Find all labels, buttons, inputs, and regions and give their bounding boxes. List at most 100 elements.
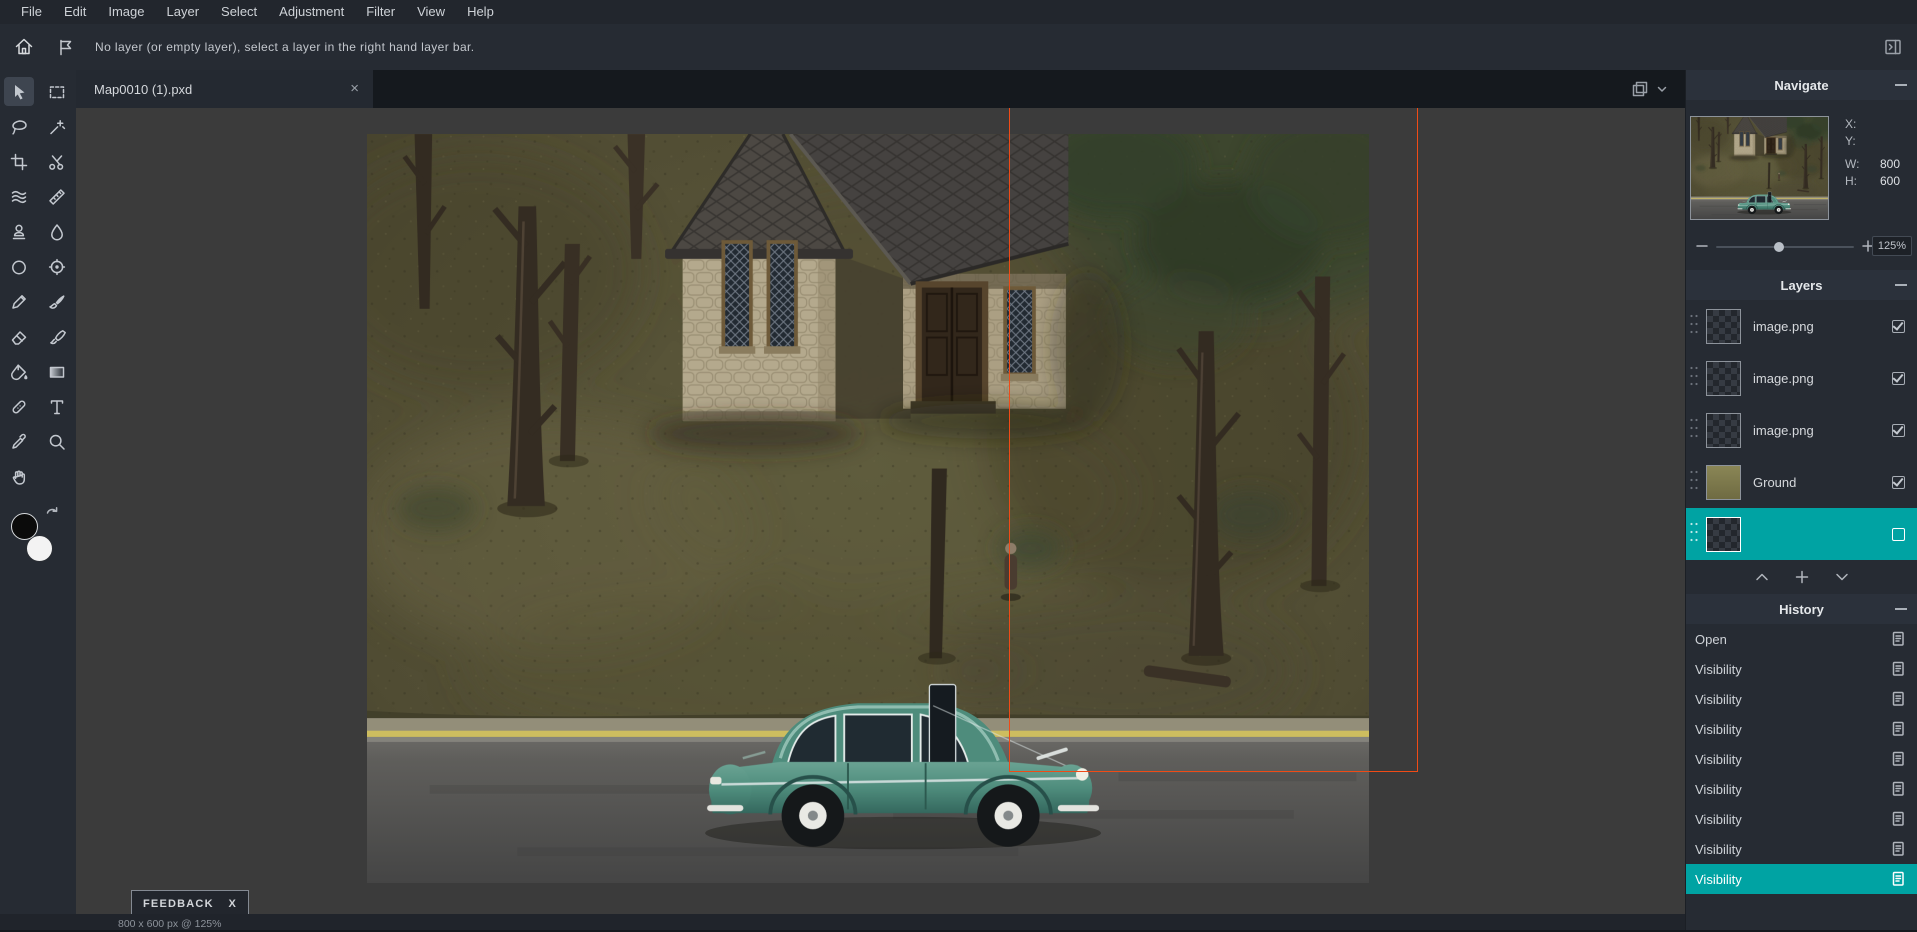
smudge-tool[interactable] xyxy=(38,319,76,354)
history-item[interactable]: Visibility xyxy=(1686,804,1917,834)
arrange-tool[interactable] xyxy=(0,74,38,109)
focus-tool[interactable] xyxy=(38,249,76,284)
layer-visibility-checkbox[interactable] xyxy=(1892,320,1905,333)
swap-arrows-icon[interactable] xyxy=(44,506,60,522)
drag-handle-icon[interactable] xyxy=(1689,521,1699,548)
hand-tool[interactable] xyxy=(0,459,38,494)
menu-select[interactable]: Select xyxy=(210,0,268,24)
layer-thumbnail[interactable] xyxy=(1706,309,1741,344)
history-item[interactable]: Visibility xyxy=(1686,654,1917,684)
home-icon[interactable] xyxy=(13,36,35,58)
layer-visibility-checkbox[interactable] xyxy=(1892,372,1905,385)
layer-label: image.png xyxy=(1753,319,1814,334)
history-item[interactable]: Visibility xyxy=(1686,774,1917,804)
history-item-selected[interactable]: Visibility xyxy=(1686,864,1917,894)
crop-tool[interactable] xyxy=(0,144,38,179)
menu-view[interactable]: View xyxy=(406,0,456,24)
document-image[interactable] xyxy=(367,134,1369,883)
layer-row-selected[interactable] xyxy=(1686,508,1917,560)
picker-tool[interactable] xyxy=(0,424,38,459)
move-layer-up-icon[interactable] xyxy=(1754,570,1770,584)
canvas-area[interactable]: FEEDBACK X xyxy=(76,108,1685,914)
info-bar: No layer (or empty layer), select a laye… xyxy=(0,24,1917,70)
menu-image[interactable]: Image xyxy=(97,0,155,24)
history-item[interactable]: Visibility xyxy=(1686,744,1917,774)
zoom-slider[interactable] xyxy=(1716,246,1854,248)
drag-handle-icon[interactable] xyxy=(1689,365,1699,392)
zoom-value-field[interactable]: 125% xyxy=(1872,236,1912,256)
feedback-label: FEEDBACK xyxy=(143,898,214,910)
collapse-history-icon[interactable] xyxy=(1895,608,1907,610)
y-label: Y: xyxy=(1845,133,1856,150)
move-layer-down-icon[interactable] xyxy=(1834,570,1850,584)
tab-close-icon[interactable]: × xyxy=(350,70,359,108)
gradient-tool[interactable] xyxy=(38,354,76,389)
zoom-slider-handle[interactable] xyxy=(1774,242,1784,252)
shape-tool[interactable] xyxy=(0,249,38,284)
heal-tool[interactable] xyxy=(0,389,38,424)
zoom-tool[interactable] xyxy=(38,424,76,459)
layer-thumbnail[interactable] xyxy=(1706,413,1741,448)
stamp-icon xyxy=(9,222,29,242)
blur-tool[interactable] xyxy=(38,214,76,249)
collapse-navigate-icon[interactable] xyxy=(1895,84,1907,86)
cutout-tool[interactable] xyxy=(38,144,76,179)
menu-adjustment[interactable]: Adjustment xyxy=(268,0,355,24)
layer-thumbnail[interactable] xyxy=(1706,361,1741,396)
menu-filter[interactable]: Filter xyxy=(355,0,406,24)
toggle-right-panel-icon[interactable] xyxy=(1883,37,1903,57)
clone-tool[interactable] xyxy=(0,214,38,249)
layer-row[interactable]: image.png xyxy=(1686,404,1917,456)
history-item[interactable]: Visibility xyxy=(1686,714,1917,744)
layer-visibility-checkbox[interactable] xyxy=(1892,528,1905,541)
windows-cascade-icon[interactable] xyxy=(1630,79,1650,99)
eyedropper-icon xyxy=(9,432,29,452)
history-item[interactable]: Visibility xyxy=(1686,834,1917,864)
bandage-icon xyxy=(9,397,29,417)
pointer-flag-icon[interactable] xyxy=(55,37,75,57)
pages-icon xyxy=(1890,630,1907,648)
zoom-out-icon[interactable] xyxy=(1694,238,1710,254)
text-tool[interactable] xyxy=(38,389,76,424)
status-bar: 800 x 600 px @ 125% xyxy=(0,914,1685,930)
marquee-tool[interactable] xyxy=(38,74,76,109)
chevron-down-icon[interactable] xyxy=(1655,82,1669,96)
layer-row[interactable]: Ground xyxy=(1686,456,1917,508)
eraser-tool[interactable] xyxy=(0,319,38,354)
layer-visibility-checkbox[interactable] xyxy=(1892,424,1905,437)
lasso-tool[interactable] xyxy=(0,109,38,144)
liquify-tool[interactable] xyxy=(0,179,38,214)
tab-document[interactable]: Map0010 (1).pxd × xyxy=(76,70,373,108)
menu-layer[interactable]: Layer xyxy=(156,0,211,24)
history-item[interactable]: Open xyxy=(1686,624,1917,654)
feedback-close[interactable]: X xyxy=(228,898,237,910)
brush-tool[interactable] xyxy=(38,284,76,319)
background-color-swatch[interactable] xyxy=(26,535,53,562)
feedback-button[interactable]: FEEDBACK X xyxy=(131,890,249,914)
layer-visibility-checkbox[interactable] xyxy=(1892,476,1905,489)
drag-handle-icon[interactable] xyxy=(1689,313,1699,340)
layer-row[interactable]: image.png xyxy=(1686,300,1917,352)
history-item[interactable]: Visibility xyxy=(1686,684,1917,714)
drop-icon xyxy=(47,222,67,242)
tab-label: Map0010 (1).pxd xyxy=(94,82,192,97)
drag-handle-icon[interactable] xyxy=(1689,417,1699,444)
wand-tool[interactable] xyxy=(38,109,76,144)
bucket-icon xyxy=(9,362,29,382)
navigate-thumbnail[interactable] xyxy=(1690,116,1829,220)
height-value: 600 xyxy=(1880,173,1900,190)
measure-tool[interactable] xyxy=(38,179,76,214)
fill-tool[interactable] xyxy=(0,354,38,389)
foreground-color-swatch[interactable] xyxy=(11,513,38,540)
pen-tool[interactable] xyxy=(0,284,38,319)
add-layer-icon[interactable] xyxy=(1794,569,1810,585)
menu-edit[interactable]: Edit xyxy=(53,0,97,24)
menu-help[interactable]: Help xyxy=(456,0,505,24)
drag-handle-icon[interactable] xyxy=(1689,469,1699,496)
collapse-layers-icon[interactable] xyxy=(1895,284,1907,286)
marquee-icon xyxy=(47,82,67,102)
layer-row[interactable]: image.png xyxy=(1686,352,1917,404)
menu-file[interactable]: File xyxy=(10,0,53,24)
layer-thumbnail[interactable] xyxy=(1706,465,1741,500)
layer-thumbnail[interactable] xyxy=(1706,517,1741,552)
